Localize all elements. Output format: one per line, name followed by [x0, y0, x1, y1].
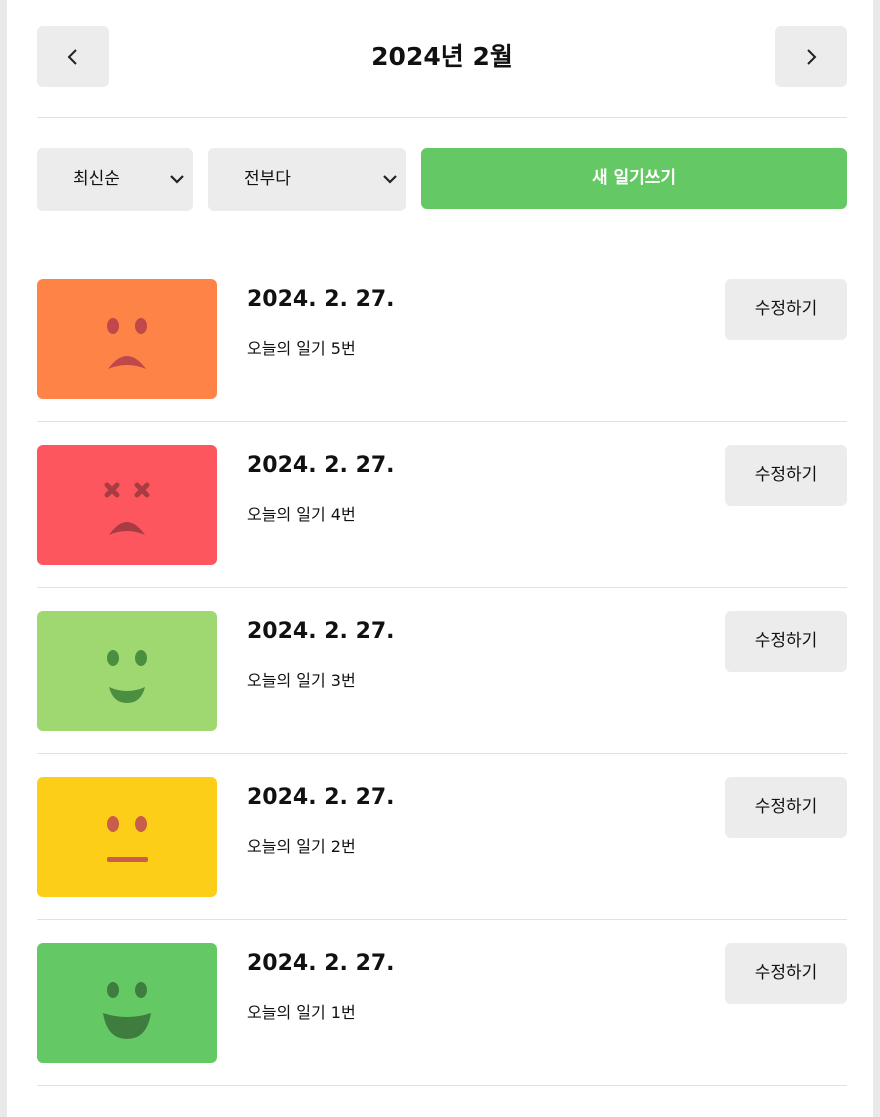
edit-button[interactable]: 수정하기 [725, 777, 847, 838]
diary-date[interactable]: 2024. 2. 27. [247, 785, 395, 810]
item-divider [37, 919, 847, 920]
diary-content[interactable]: 오늘의 일기 4번 [247, 501, 356, 525]
diary-item: 2024. 2. 27. 오늘의 일기 1번 수정하기 [37, 943, 847, 1109]
header-divider [37, 117, 847, 118]
item-divider [37, 753, 847, 754]
edit-button[interactable]: 수정하기 [725, 279, 847, 340]
chevron-down-icon [170, 175, 184, 184]
diary-date[interactable]: 2024. 2. 27. [247, 453, 395, 478]
chevron-down-icon [383, 175, 397, 184]
edit-button[interactable]: 수정하기 [725, 943, 847, 1004]
mood-image[interactable] [37, 611, 217, 731]
item-divider [37, 1085, 847, 1086]
smile-face-icon [107, 650, 147, 703]
sort-select-value: 최신순 [73, 169, 120, 189]
diary-content[interactable]: 오늘의 일기 2번 [247, 833, 356, 857]
diary-item: 2024. 2. 27. 오늘의 일기 4번 수정하기 [37, 445, 847, 611]
sad-face-icon [107, 318, 147, 369]
neutral-face-icon [107, 816, 148, 862]
mood-image[interactable] [37, 777, 217, 897]
diary-content[interactable]: 오늘의 일기 5번 [247, 335, 356, 359]
month-header: 2024년 2월 [37, 26, 847, 87]
diary-date[interactable]: 2024. 2. 27. [247, 287, 395, 312]
month-title: 2024년 2월 [371, 42, 513, 71]
diary-date[interactable]: 2024. 2. 27. [247, 951, 395, 976]
terrible-face-icon [104, 482, 150, 535]
diary-item: 2024. 2. 27. 오늘의 일기 3번 수정하기 [37, 611, 847, 777]
filter-select-value: 전부다 [244, 169, 291, 189]
diary-item: 2024. 2. 27. 오늘의 일기 5번 수정하기 [37, 279, 847, 445]
diary-date[interactable]: 2024. 2. 27. [247, 619, 395, 644]
sort-select[interactable]: 최신순 [37, 148, 193, 211]
chevron-right-icon [807, 48, 817, 65]
next-month-button[interactable] [775, 26, 847, 87]
diary-app: 2024년 2월 최신순 전부다 새 일기쓰기 2024. 2. 27. 오늘의 [7, 0, 873, 1117]
diary-content[interactable]: 오늘의 일기 1번 [247, 999, 356, 1023]
edit-button[interactable]: 수정하기 [725, 611, 847, 672]
mood-image[interactable] [37, 445, 217, 565]
mood-image[interactable] [37, 943, 217, 1063]
happy-face-icon [103, 982, 151, 1039]
edit-button[interactable]: 수정하기 [725, 445, 847, 506]
filter-select[interactable]: 전부다 [208, 148, 406, 211]
diary-content[interactable]: 오늘의 일기 3번 [247, 667, 356, 691]
diary-item: 2024. 2. 27. 오늘의 일기 2번 수정하기 [37, 777, 847, 943]
item-divider [37, 421, 847, 422]
new-diary-button[interactable]: 새 일기쓰기 [421, 148, 847, 209]
mood-image[interactable] [37, 279, 217, 399]
item-divider [37, 587, 847, 588]
